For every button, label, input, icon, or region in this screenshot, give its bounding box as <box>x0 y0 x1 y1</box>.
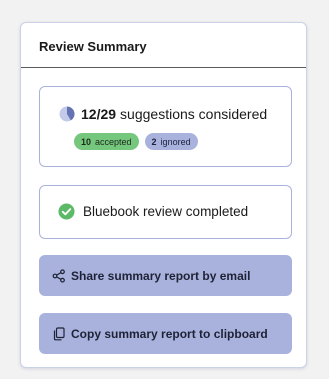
share-icon <box>52 268 65 283</box>
copy-icon <box>53 326 65 340</box>
ignored-badge: 2 ignored <box>144 133 198 150</box>
copy-report-clipboard-button[interactable]: Copy summary report to clipboard <box>39 313 292 354</box>
progress-pie-icon <box>59 106 75 122</box>
suggestions-line: 12/29 suggestions considered <box>59 106 267 122</box>
review-status-box: Bluebook review completed <box>39 185 292 239</box>
panel-title: Review Summary <box>21 23 306 68</box>
accepted-count: 10 <box>81 136 92 147</box>
review-summary-panel: Review Summary 12/29 suggestions conside… <box>20 22 307 368</box>
check-circle-icon <box>58 203 75 220</box>
review-status-text: Bluebook review completed <box>83 204 249 219</box>
copy-button-label: Copy summary report to clipboard <box>71 326 268 341</box>
review-status-line: Bluebook review completed <box>58 203 248 220</box>
ignored-count: 2 <box>151 136 157 147</box>
share-button-label: Share summary report by email <box>71 268 251 283</box>
share-report-email-button[interactable]: Share summary report by email <box>39 255 292 296</box>
considered-label: suggestions considered <box>120 106 268 122</box>
ignored-label: ignored <box>160 136 191 147</box>
suggestion-badges: 10 accepted 2 ignored <box>74 133 198 150</box>
considered-count: 12/29 <box>81 106 117 122</box>
accepted-badge: 10 accepted <box>74 133 139 150</box>
accepted-label: accepted <box>95 136 132 147</box>
suggestions-summary-box: 12/29 suggestions considered 10 accepted… <box>39 86 292 167</box>
